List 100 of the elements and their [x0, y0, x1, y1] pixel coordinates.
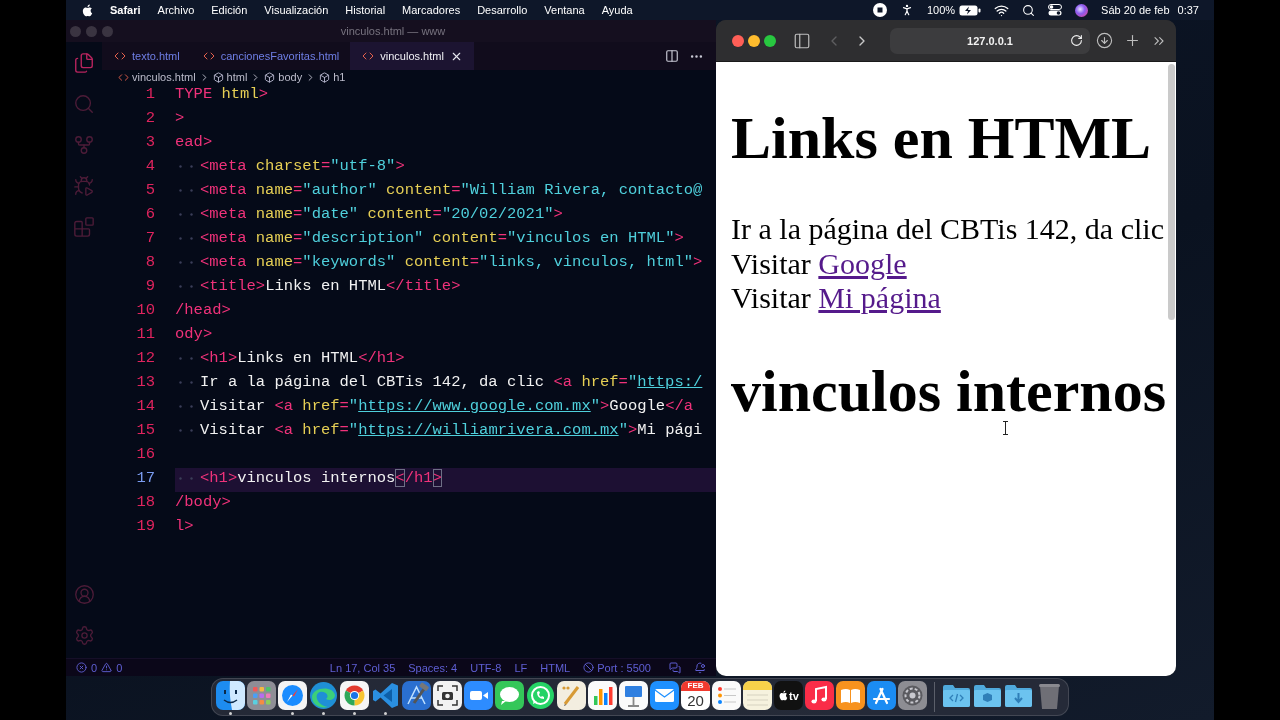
- sidebar-icon[interactable]: [793, 31, 811, 50]
- window-minimize-button[interactable]: [748, 34, 760, 47]
- app-grid-icon[interactable]: [247, 681, 276, 710]
- compass-icon[interactable]: [278, 681, 307, 710]
- breadcrumb-item[interactable]: body: [278, 71, 303, 83]
- menu-item[interactable]: Desarrollo: [477, 4, 528, 16]
- app-menu[interactable]: Safari: [110, 4, 141, 16]
- tv-app-tile[interactable]: tv: [774, 681, 803, 710]
- wifi-icon[interactable]: [994, 2, 1010, 18]
- code-line: <meta name="author" content="William Rivera, contacto@: [200, 180, 703, 200]
- code-line: <meta charset="utf-8">: [200, 156, 405, 176]
- editor-tab[interactable]: vinculos.html: [350, 42, 474, 70]
- notepad-icon[interactable]: [743, 681, 772, 710]
- plus-icon[interactable]: [1124, 32, 1141, 49]
- page-text: Visitar Google: [731, 246, 907, 281]
- page-link[interactable]: Mi página: [818, 281, 941, 314]
- scrollbar-thumb[interactable]: [1168, 64, 1175, 320]
- video-camera-icon[interactable]: [464, 681, 493, 710]
- breadcrumb-item[interactable]: html: [226, 71, 248, 83]
- reload-icon[interactable]: [1070, 34, 1083, 47]
- code-line: <meta name="keywords" content="links, vinculos, html">: [200, 252, 703, 272]
- error-count[interactable]: 0: [91, 661, 98, 674]
- page-link[interactable]: Google: [818, 246, 907, 280]
- split-editor-icon[interactable]: [665, 49, 679, 63]
- calendar-date-tile[interactable]: FEB 20: [681, 681, 710, 710]
- editor-tab[interactable]: texto.html: [102, 42, 191, 70]
- code-brackets-icon: [114, 50, 126, 62]
- line-number: 18: [135, 492, 155, 512]
- checklist-icon[interactable]: [712, 681, 741, 710]
- two-tone-face-icon[interactable]: [216, 681, 245, 710]
- cube-icon: [212, 71, 224, 83]
- window-close-button[interactable]: [732, 34, 744, 47]
- line-number: 3: [144, 132, 155, 152]
- line-number: 19: [135, 516, 155, 536]
- status-item[interactable]: Ln 17, Col 35: [329, 661, 396, 674]
- port-status[interactable]: Port : 5500: [583, 661, 651, 674]
- gear-icon[interactable]: [898, 681, 927, 710]
- line-number: 14: [135, 396, 155, 416]
- text-cursor-icon: [1002, 421, 1009, 435]
- line-number: 12: [135, 348, 155, 368]
- cube-icon: [319, 71, 331, 83]
- menu-item[interactable]: Visualización: [264, 4, 329, 16]
- code-line: TYPE html>: [175, 84, 269, 104]
- tricolor-ring-icon[interactable]: [340, 681, 369, 710]
- open-book-icon[interactable]: [836, 681, 865, 710]
- line-number: 6: [144, 204, 155, 224]
- page-heading: Links en HTML: [731, 109, 1152, 166]
- menu-item[interactable]: Historial: [345, 4, 386, 16]
- phone-bubble-icon[interactable]: [526, 681, 555, 710]
- menu-item[interactable]: Ventana: [544, 4, 585, 16]
- line-number: 9: [144, 276, 155, 296]
- menu-item[interactable]: Ayuda: [601, 4, 633, 16]
- gradient-orb-icon[interactable]: [1075, 3, 1089, 17]
- pencil-icon[interactable]: [557, 681, 586, 710]
- line-number: 8: [144, 252, 155, 272]
- line-number: 13: [135, 372, 155, 392]
- search-icon[interactable]: [1022, 3, 1036, 17]
- battery-charging-icon[interactable]: [959, 4, 982, 16]
- menu-bar-clock[interactable]: 0:37: [1177, 4, 1199, 16]
- stop-circle-icon[interactable]: [872, 3, 887, 17]
- warning-icon: [101, 662, 113, 673]
- ribbon-icon[interactable]: [371, 681, 400, 710]
- status-item[interactable]: UTF-8: [470, 661, 502, 674]
- speech-bubble-icon[interactable]: [495, 681, 524, 710]
- window-zoom-button[interactable]: [764, 34, 776, 47]
- menu-item[interactable]: Marcadores: [402, 4, 461, 16]
- code-line: <h1>Links en HTML</h1>: [200, 348, 405, 368]
- breadcrumb-item[interactable]: h1: [333, 71, 346, 83]
- download-icon[interactable]: [1096, 32, 1113, 49]
- envelope-icon[interactable]: [650, 681, 679, 710]
- status-item[interactable]: HTML: [540, 661, 571, 674]
- status-item[interactable]: Spaces: 4: [408, 661, 458, 674]
- chat-bubbles-icon[interactable]: [669, 661, 681, 674]
- line-number: 4: [144, 156, 155, 176]
- swirl-icon[interactable]: [309, 681, 338, 710]
- page-heading: vinculos internos: [731, 363, 1167, 419]
- hammer-blueprint-icon[interactable]: [402, 681, 431, 710]
- camera-frame-icon[interactable]: [433, 681, 462, 710]
- editor-tab[interactable]: cancionesFavoritas.html: [190, 42, 351, 70]
- bell-icon[interactable]: [694, 661, 706, 674]
- line-number: 15: [135, 420, 155, 440]
- files-icon[interactable]: [73, 51, 95, 74]
- code-line: Ir a la página del CBTis 142, da clic <a href="https:/: [200, 372, 703, 392]
- toggles-icon[interactable]: [1048, 4, 1063, 16]
- a-shape-icon[interactable]: [867, 681, 896, 710]
- page-text: Visitar Mi página: [731, 281, 941, 316]
- music-note-icon[interactable]: [805, 681, 834, 710]
- menu-item[interactable]: Archivo: [157, 4, 195, 16]
- podium-icon[interactable]: [619, 681, 648, 710]
- line-number: 16: [135, 444, 155, 464]
- address-field[interactable]: 127.0.0.1: [890, 27, 1090, 54]
- bar-chart-icon[interactable]: [588, 681, 617, 710]
- apple-icon[interactable]: [81, 3, 93, 17]
- breadcrumb-item[interactable]: vinculos.html: [132, 71, 196, 83]
- code-brackets-icon: [362, 50, 375, 62]
- line-number: 10: [135, 300, 155, 320]
- menu-bar-date[interactable]: Sáb 20 de feb: [1101, 4, 1170, 16]
- status-item[interactable]: LF: [514, 661, 528, 674]
- menu-item[interactable]: Edición: [211, 4, 248, 16]
- warning-count[interactable]: 0: [116, 661, 123, 674]
